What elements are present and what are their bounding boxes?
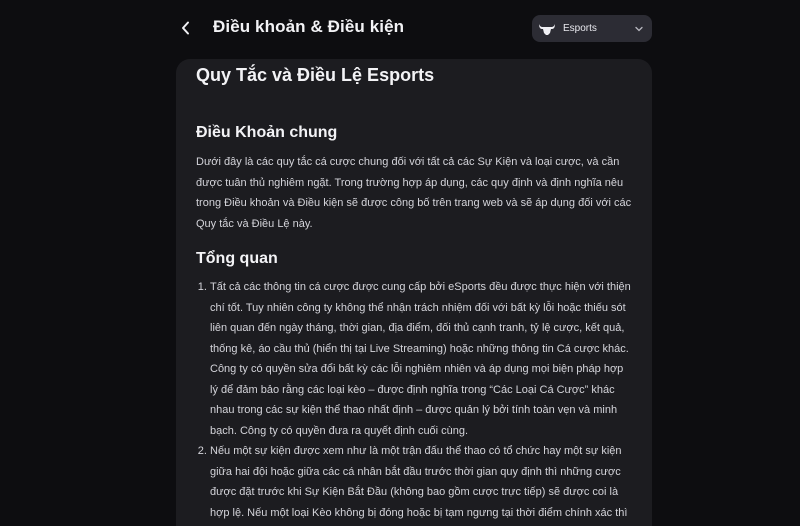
chevron-down-icon [634, 24, 644, 34]
page-title: Điều khoản & Điều kiện [213, 17, 405, 36]
bull-icon [538, 22, 556, 36]
list-item: Tất cả các thông tin cá cược được cung c… [210, 277, 632, 441]
terms-card: Quy Tắc và Điều Lệ Esports Điều Khoản ch… [176, 59, 652, 526]
overview-list: Tất cả các thông tin cá cược được cung c… [196, 277, 632, 526]
category-select[interactable]: Esports [532, 15, 652, 42]
top-bar: Điều khoản & Điều kiện Esports [0, 0, 800, 58]
category-select-value: Esports [563, 23, 597, 34]
section-heading-general: Điều Khoản chung [196, 124, 338, 141]
chevron-left-icon [182, 21, 189, 35]
section-paragraph-general: Dưới đây là các quy tắc cá cược chung đố… [196, 156, 632, 230]
document-title: Quy Tắc và Điều Lệ Esports [196, 65, 435, 85]
section-heading-overview: Tổng quan [196, 250, 278, 267]
list-item: Nếu một sự kiện được xem như là một trận… [210, 441, 632, 526]
back-button[interactable] [174, 16, 198, 40]
